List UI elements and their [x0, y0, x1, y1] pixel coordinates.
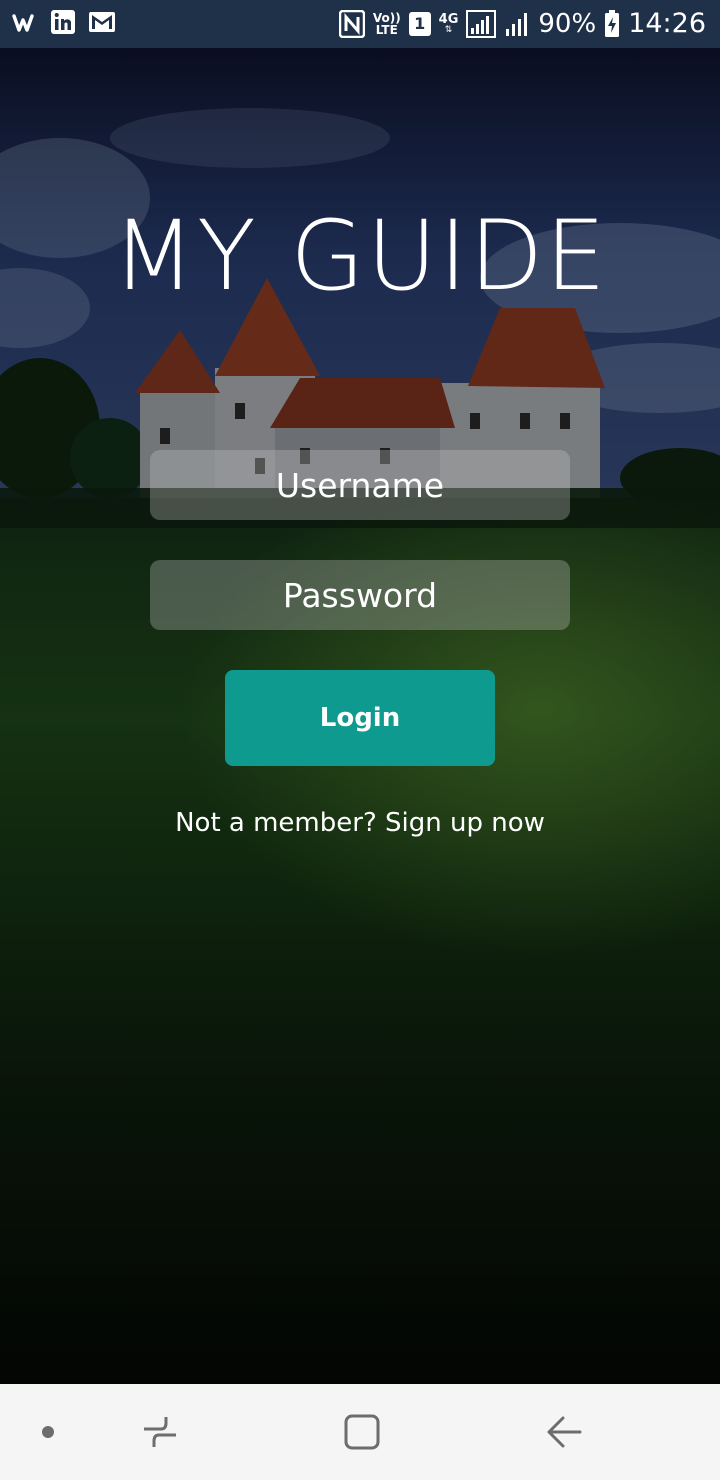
linkedin-icon: [50, 9, 76, 35]
system-status-icons: Vo)) LTE 1 4G ⇅ 90% 14:26: [338, 8, 706, 39]
app-title: MY GUIDE: [112, 200, 608, 312]
volte-label-bottom: LTE: [375, 22, 398, 37]
username-input[interactable]: [150, 449, 570, 521]
wish-icon: [12, 10, 38, 34]
volte-label-top: Vo)): [372, 10, 401, 25]
signup-link[interactable]: Not a member? Sign up now: [0, 808, 720, 838]
recent-apps-icon: [144, 1417, 176, 1447]
navigation-bar: [0, 1384, 720, 1480]
back-button[interactable]: [534, 1384, 594, 1480]
battery-charging-icon: [604, 9, 620, 38]
clock: 14:26: [628, 8, 706, 39]
battery-percent: 90%: [538, 8, 597, 39]
volte-icon: Vo)) LTE: [373, 12, 401, 36]
sim-label: 1: [414, 14, 426, 33]
home-icon: [344, 1414, 380, 1450]
dot-icon: [42, 1426, 54, 1438]
nfc-icon: [338, 9, 365, 38]
status-bar: Vo)) LTE 1 4G ⇅ 90% 14:26: [0, 0, 720, 48]
gmail-icon: [88, 11, 116, 33]
password-input[interactable]: [150, 559, 570, 631]
username-field[interactable]: [150, 449, 570, 521]
back-icon: [547, 1416, 582, 1448]
sim-icon: 1: [408, 11, 431, 36]
network-type-icon: 4G ⇅: [438, 11, 459, 35]
login-button[interactable]: Login: [225, 670, 495, 766]
signal-2-icon: [504, 10, 530, 38]
home-button[interactable]: [332, 1384, 392, 1480]
notification-icons: [12, 9, 116, 35]
network-label: 4G: [438, 11, 459, 27]
signal-1-icon: [466, 9, 497, 38]
dot-button[interactable]: [28, 1384, 68, 1480]
recent-apps-button[interactable]: [130, 1384, 190, 1480]
password-field[interactable]: [150, 559, 570, 631]
